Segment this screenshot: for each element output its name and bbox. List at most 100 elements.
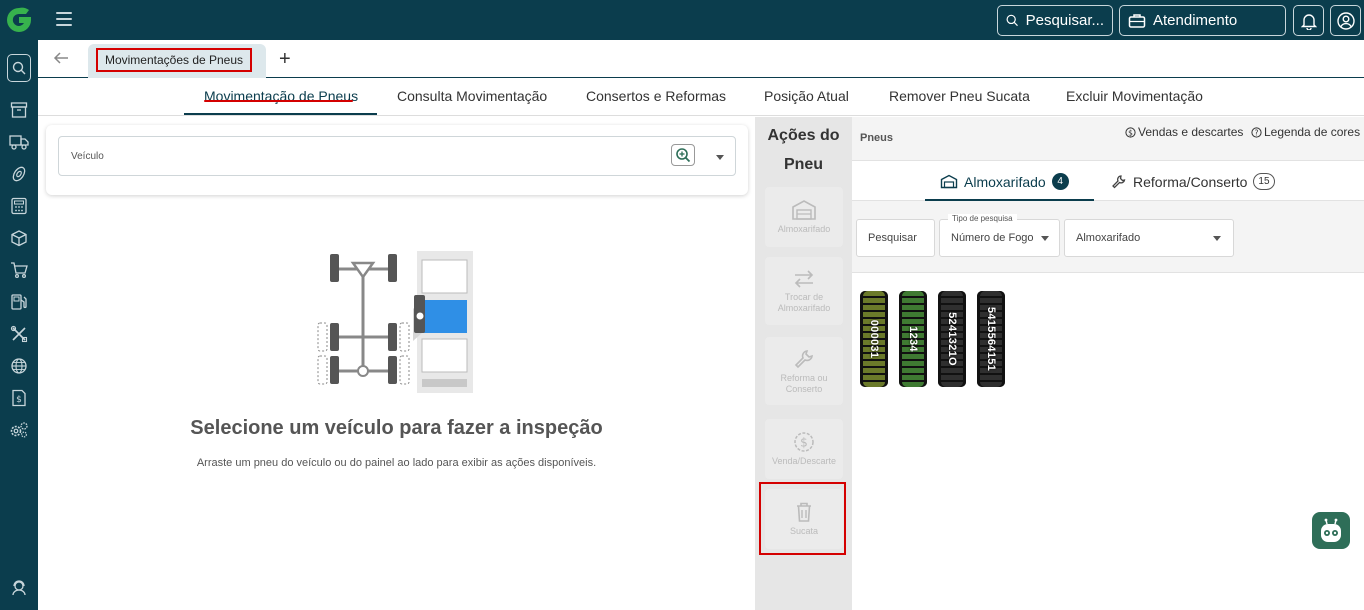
vehicle-label: Veículo	[71, 151, 104, 162]
sub-navigation: Movimentação de Pneus Consulta Movimenta…	[38, 78, 1364, 116]
warehouse-icon	[792, 200, 816, 220]
sidebar-item-calculator[interactable]	[8, 195, 30, 217]
tab-almoxarifado-label: Almoxarifado	[964, 173, 1046, 190]
tire-number: 5241321O	[946, 312, 958, 366]
truck-icon	[9, 135, 29, 150]
search-icon	[1006, 14, 1018, 27]
assistant-bot-button[interactable]	[1312, 512, 1350, 549]
tab-label: Movimentações de Pneus	[96, 48, 252, 72]
tire-search-input[interactable]: Pesquisar	[856, 219, 935, 257]
tab-almoxarifado[interactable]: Almoxarifado 4	[940, 173, 1069, 190]
robot-icon	[1321, 518, 1341, 542]
sidebar-item-settings[interactable]	[8, 419, 30, 441]
search-type-value: Número de Fogo	[951, 232, 1034, 244]
sidebar-item-archive[interactable]	[8, 99, 30, 121]
tire-card[interactable]: 000031	[860, 291, 888, 387]
tire-number: 000031	[868, 319, 880, 359]
headset-icon	[12, 580, 26, 596]
archive-icon	[10, 102, 28, 118]
chevron-down-icon	[1041, 236, 1049, 241]
reforma-count-badge: 15	[1253, 173, 1275, 190]
sidebar-item-inventory[interactable]	[8, 227, 30, 249]
globe-icon	[11, 358, 27, 374]
tires-panel-title: Pneus	[860, 132, 894, 144]
tire-number: 1234	[907, 326, 919, 352]
user-circle-icon	[1336, 11, 1355, 30]
top-bar: Pesquisar... Atendimento	[0, 0, 1364, 40]
svg-text:$: $	[800, 436, 808, 450]
subnav-excluir-movimentacao[interactable]: Excluir Movimentação	[1066, 88, 1203, 104]
tires-panel: Pneus $ Vendas e descartes ? Legenda de …	[852, 117, 1364, 610]
empty-state-title: Selecione um veículo para fazer a inspeç…	[190, 417, 603, 439]
sidebar-item-support[interactable]	[8, 577, 30, 599]
fuel-icon	[11, 294, 27, 310]
tire-actions-panel: Ações do Pneu Almoxarifado Trocar de Alm…	[755, 117, 852, 610]
empty-state-subtitle: Arraste um pneu do veículo ou do painel …	[196, 457, 597, 469]
action-reforma-label: Reforma ou Conserto	[780, 372, 828, 394]
action-almoxarifado-label: Almoxarifado	[777, 224, 831, 234]
wrench-icon	[794, 349, 813, 368]
tire-card[interactable]: 1234	[899, 291, 927, 387]
calculator-icon	[11, 197, 27, 215]
sales-discards-label: Vendas e descartes	[1138, 125, 1244, 139]
sidebar-item-maintenance[interactable]	[8, 323, 30, 345]
svg-text:?: ?	[1255, 128, 1259, 137]
action-venda-descarte-button[interactable]: $ Venda/Descarte	[765, 419, 843, 479]
tires-panel-header: Pneus $ Vendas e descartes ? Legenda de …	[852, 117, 1364, 161]
bell-icon	[1300, 13, 1317, 30]
attendance-button[interactable]: Atendimento	[1119, 5, 1286, 36]
sidebar-item-finance[interactable]: $	[8, 387, 30, 409]
vehicle-card: Veículo	[46, 125, 748, 195]
subnav-consulta-movimentacao[interactable]: Consulta Movimentação	[397, 88, 547, 104]
attendance-label: Atendimento	[1153, 12, 1238, 29]
subnav-posicao-atual[interactable]: Posição Atual	[764, 88, 849, 104]
menu-icon[interactable]	[56, 12, 72, 26]
actions-title: Ações do Pneu	[767, 127, 840, 173]
sales-discards-link[interactable]: $ Vendas e descartes	[1125, 125, 1243, 139]
red-annotation-underline	[204, 100, 353, 102]
sidebar-item-tracking[interactable]	[8, 355, 30, 377]
action-reforma-conserto-button[interactable]: Reforma ou Conserto	[765, 337, 843, 405]
action-trocar-almoxarifado-button[interactable]: Trocar de Almoxarifado	[765, 257, 843, 325]
subnav-remover-pneu-sucata[interactable]: Remover Pneu Sucata	[889, 88, 1030, 104]
swap-arrows-icon	[794, 269, 814, 288]
svg-text:$: $	[16, 395, 22, 405]
vehicle-axle-illustration	[317, 251, 473, 393]
sidebar-item-tires[interactable]	[8, 163, 30, 185]
back-arrow-icon[interactable]	[52, 50, 70, 66]
tools-icon	[10, 325, 28, 343]
global-search-button[interactable]: Pesquisar...	[997, 5, 1113, 36]
almoxarifado-select[interactable]: Almoxarifado	[1064, 219, 1234, 257]
action-venda-label: Venda/Descarte	[771, 456, 837, 466]
red-annotation-box	[759, 482, 846, 555]
vehicle-search-button[interactable]	[671, 144, 695, 166]
gears-icon	[10, 422, 28, 438]
tire-card[interactable]: 5415564151	[977, 291, 1005, 387]
vehicle-select[interactable]: Veículo	[58, 136, 736, 176]
add-tab-button[interactable]: +	[279, 48, 291, 71]
search-type-select[interactable]: Tipo de pesquisa Número de Fogo	[939, 214, 1060, 257]
tire-number: 5415564151	[985, 306, 997, 372]
tab-reforma-conserto[interactable]: Reforma/Conserto 15	[1111, 173, 1275, 190]
user-profile-button[interactable]	[1330, 5, 1361, 36]
subnav-consertos-e-reformas[interactable]: Consertos e Reformas	[586, 88, 726, 104]
wrench-icon	[1112, 174, 1126, 188]
action-almoxarifado-button[interactable]: Almoxarifado	[765, 187, 843, 247]
warehouse-icon	[940, 174, 958, 189]
tires-filters: Pesquisar Tipo de pesquisa Número de Fog…	[852, 201, 1364, 273]
notifications-button[interactable]	[1293, 5, 1324, 36]
tire-card[interactable]: 5241321O	[938, 291, 966, 387]
color-legend-link[interactable]: ? Legenda de cores	[1251, 125, 1360, 139]
sidebar-item-fleet[interactable]	[8, 131, 30, 153]
search-type-label: Tipo de pesquisa	[948, 214, 1017, 223]
invoice-icon: $	[12, 389, 26, 407]
sidebar-item-purchases[interactable]	[8, 259, 30, 281]
sidebar: $	[0, 40, 38, 610]
chevron-down-icon[interactable]	[716, 155, 724, 160]
tab-movimentacoes-de-pneus[interactable]: Movimentações de Pneus	[88, 44, 266, 78]
sidebar-search-button[interactable]	[7, 54, 31, 82]
app-logo-icon[interactable]	[5, 6, 33, 34]
briefcase-icon	[1128, 13, 1146, 28]
action-trocar-label: Trocar de Almoxarifado	[777, 291, 831, 313]
sidebar-item-fuel[interactable]	[8, 291, 30, 313]
